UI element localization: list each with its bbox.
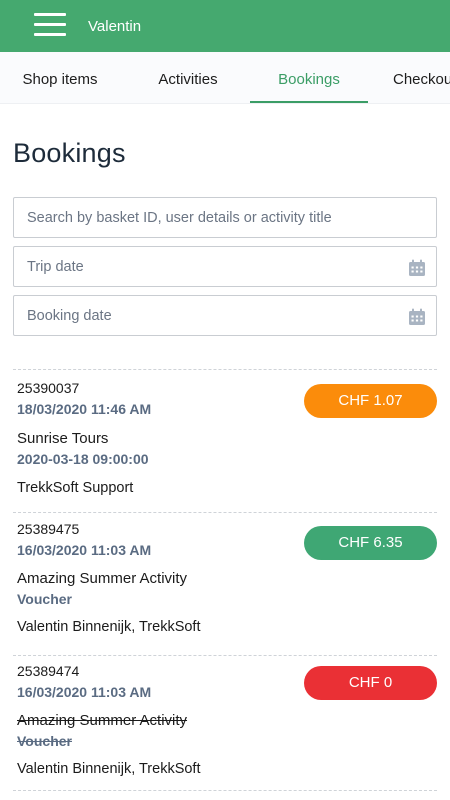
page-title: Bookings: [13, 138, 126, 168]
amount-badge[interactable]: CHF 1.07: [304, 384, 437, 418]
booking-row[interactable]: 25389475 16/03/2020 11:03 AM Amazing Sum…: [13, 512, 437, 655]
trip-date-field: [13, 246, 437, 287]
search-input[interactable]: [14, 198, 436, 237]
tab-activities[interactable]: Activities: [150, 52, 226, 103]
trip-date-input[interactable]: [14, 247, 436, 286]
calendar-icon[interactable]: [408, 259, 426, 277]
bookings-list: 25390037 18/03/2020 11:46 AM Sunrise Tou…: [13, 369, 437, 800]
activity-title: Amazing Summer Activity: [17, 712, 188, 729]
active-tab-indicator: [250, 101, 368, 103]
calendar-icon[interactable]: [408, 308, 426, 326]
booking-date-input[interactable]: [14, 296, 436, 335]
booking-row[interactable]: 25389474 16/03/2020 11:03 AM Amazing Sum…: [13, 655, 437, 790]
customer-name: TrekkSoft Support: [17, 480, 134, 496]
trip-detail: Voucher: [17, 591, 72, 607]
tab-bar: Shop items Activities Bookings Checkout: [0, 52, 450, 104]
booking-id: 25389475: [17, 521, 80, 537]
amount-badge[interactable]: CHF 0: [304, 666, 437, 700]
booking-datetime: 16/03/2020 11:03 AM: [17, 542, 152, 558]
customer-name: Valentin Binnenijk, TrekkSoft: [17, 619, 201, 635]
trip-detail: 2020-03-18 09:00:00: [17, 451, 149, 467]
booking-row[interactable]: [13, 790, 437, 800]
booking-id: 25390037: [17, 380, 80, 396]
amount-badge[interactable]: CHF 6.35: [304, 526, 437, 560]
tab-shop-items[interactable]: Shop items: [18, 52, 102, 103]
booking-id: 25389474: [17, 663, 80, 679]
customer-name: Valentin Binnenijk, TrekkSoft: [17, 761, 201, 777]
search-field: [13, 197, 437, 238]
activity-title: Amazing Summer Activity: [17, 570, 188, 587]
booking-datetime: 16/03/2020 11:03 AM: [17, 684, 152, 700]
booking-datetime: 18/03/2020 11:46 AM: [17, 401, 152, 417]
app-bar: Valentin: [0, 0, 450, 52]
tab-checkout[interactable]: Checkout: [393, 52, 450, 103]
trip-detail: Voucher: [17, 733, 72, 749]
booking-row[interactable]: 25390037 18/03/2020 11:46 AM Sunrise Tou…: [13, 369, 437, 512]
app-bar-title: Valentin: [88, 18, 142, 35]
tab-bookings[interactable]: Bookings: [250, 52, 368, 103]
activity-title: Sunrise Tours: [17, 430, 109, 447]
menu-icon[interactable]: [34, 13, 66, 37]
booking-date-field: [13, 295, 437, 336]
